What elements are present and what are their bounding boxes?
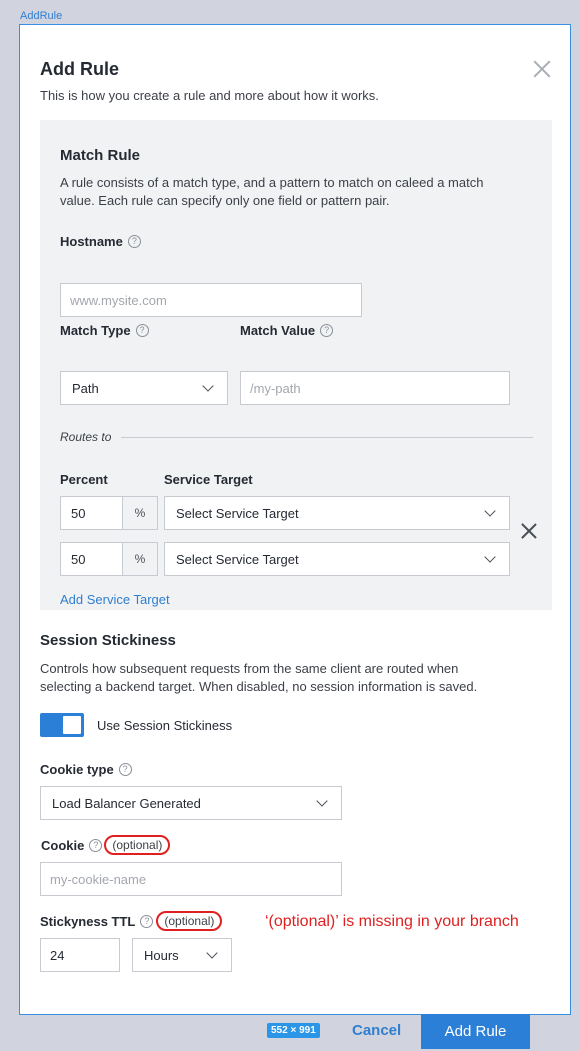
chevron-down-icon [202,380,214,392]
service-target-value: Select Service Target [176,505,299,521]
add-rule-modal: Add Rule This is how you create a rule a… [19,24,571,1015]
session-stickiness-toggle[interactable] [40,713,84,737]
match-type-value: Path [72,380,99,396]
cookie-type-select[interactable]: Load Balancer Generated [40,786,342,820]
cookie-type-value: Load Balancer Generated [52,795,201,811]
session-description-line1: Controls how subsequent requests from th… [40,661,459,676]
optional-tag: (optional) [156,911,223,931]
chevron-down-icon [484,551,496,563]
routes-divider [121,437,533,438]
help-icon[interactable]: ? [89,838,103,852]
percent-value[interactable]: 50 [61,497,123,529]
percent-value[interactable]: 50 [61,543,123,575]
chevron-down-icon [206,947,218,959]
help-icon[interactable]: ? [140,914,154,928]
close-icon[interactable] [531,58,553,80]
match-rule-heading: Match Rule [60,147,141,164]
stickyness-ttl-label: Stickyness TTL ? (optional) [40,911,223,931]
match-rule-description-line1: A rule consists of a match type, and a p… [60,175,484,190]
help-icon[interactable]: ? [118,763,132,776]
service-target-select-2[interactable]: Select Service Target [164,542,510,576]
match-rule-description-line2: value. Each rule can specify only one fi… [60,193,390,208]
cancel-button[interactable]: Cancel [352,1022,401,1039]
toggle-label: Use Session Stickiness [97,718,233,733]
session-stickiness-description: Controls how subsequent requests from th… [40,660,477,696]
remove-row-icon[interactable] [520,522,538,540]
percent-unit: % [123,543,157,575]
help-icon[interactable]: ? [320,324,334,337]
modal-title: Add Rule [40,59,119,79]
hostname-input[interactable]: www.mysite.com [60,283,362,317]
help-icon[interactable]: ? [135,324,149,337]
percent-input-1[interactable]: 50 % [60,496,158,530]
add-service-target-link[interactable]: Add Service Target [60,592,170,607]
cookie-label-text: Cookie [41,837,85,853]
modal-subtitle: This is how you create a rule and more a… [40,88,379,103]
match-type-label-text: Match Type [60,323,131,338]
ttl-label-text: Stickyness TTL [40,913,136,929]
percent-unit: % [123,497,157,529]
help-icon[interactable]: ? [127,235,141,248]
match-value-input[interactable]: /my-path [240,371,510,405]
ttl-unit-select[interactable]: Hours [132,938,232,972]
match-type-select[interactable]: Path [60,371,228,405]
percent-header: Percent [60,472,108,487]
cookie-type-label: Cookie type ? [40,762,132,777]
hostname-label-text: Hostname [60,234,123,249]
review-annotation: ‘(optional)’ is missing in your branch [265,913,519,930]
cookie-label: Cookie ? (optional) [41,835,171,855]
chevron-down-icon [316,795,328,807]
service-target-select-1[interactable]: Select Service Target [164,496,510,530]
ttl-unit-value: Hours [144,947,179,963]
match-type-label: Match Type ? [60,323,149,338]
hostname-label: Hostname ? [60,234,141,249]
percent-input-2[interactable]: 50 % [60,542,158,576]
session-description-line2: selecting a backend target. When disable… [40,679,478,694]
service-target-value: Select Service Target [176,551,299,567]
match-rule-panel: Match Rule A rule consists of a match ty… [40,120,552,610]
chevron-down-icon [484,505,496,517]
toggle-knob [63,716,81,734]
size-badge: 552 × 991 [267,1023,320,1038]
cookie-name-input[interactable]: my-cookie-name [40,862,342,896]
service-target-header: Service Target [164,472,253,487]
frame-label: AddRule [20,10,63,22]
match-value-label-text: Match Value [240,323,316,338]
add-rule-button[interactable]: Add Rule [421,1014,530,1049]
match-value-label: Match Value ? [240,323,334,338]
cookie-type-label-text: Cookie type [40,762,114,777]
session-stickiness-heading: Session Stickiness [40,632,176,649]
match-rule-description: A rule consists of a match type, and a p… [60,174,483,210]
routes-to-label: Routes to [60,430,112,444]
optional-tag: (optional) [104,835,171,855]
ttl-value-input[interactable]: 24 [40,938,120,972]
